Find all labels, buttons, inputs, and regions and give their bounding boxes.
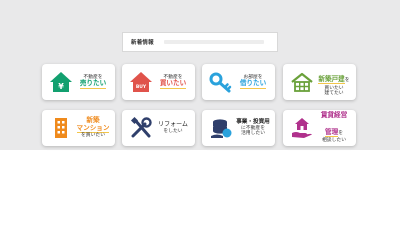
card-rent-room[interactable]: お部屋を 借りたい — [202, 64, 275, 100]
card-line2: を — [344, 78, 350, 84]
card-line4: 建てたい — [324, 91, 344, 97]
card-sell-property[interactable]: ¥ 不動産を 売りたい — [42, 64, 115, 100]
news-placeholder-line — [163, 40, 264, 44]
hand-house-icon — [290, 116, 314, 140]
news-label: 新着情報 — [131, 40, 154, 46]
card-line3: を買いたい — [81, 133, 105, 139]
card-line2: 買いたい — [159, 79, 187, 90]
card-line2: 売りたい — [79, 79, 107, 90]
card-reform[interactable]: リフォーム をしたい — [122, 110, 195, 146]
buy-icon-text: BUY — [136, 84, 147, 90]
house-buy-icon: BUY — [129, 70, 153, 94]
card-line1: リフォーム — [158, 120, 188, 128]
card-line2: をしたい — [163, 128, 183, 134]
news-bar[interactable]: 新着情報 — [122, 32, 278, 52]
card-line2: 借りたい — [239, 79, 267, 90]
card-new-house[interactable]: 新築戸建を 買いたい 建てたい — [283, 64, 356, 100]
card-buy-property[interactable]: BUY 不動産を 買いたい — [122, 64, 195, 100]
card-business-investment[interactable]: 事業・投資用 に不動産を 活用したい — [202, 110, 275, 146]
card-line1: 新築戸建 — [318, 75, 345, 85]
coins-icon — [209, 116, 233, 140]
house-yen-icon: ¥ — [49, 70, 73, 94]
card-line1: 賃貸経営 — [320, 111, 348, 120]
card-line3: を — [338, 130, 343, 136]
card-rental-management[interactable]: 賃貸経営 管理を 相談したい — [283, 110, 356, 146]
house-grid-icon — [290, 70, 314, 94]
card-line4: 相談したい — [322, 138, 346, 144]
card-line3: 活用したい — [241, 131, 265, 137]
building-icon — [49, 116, 73, 140]
card-new-mansion[interactable]: 新築 マンション を買いたい — [42, 110, 115, 146]
svg-text:¥: ¥ — [58, 82, 64, 91]
card-line2: 管理 — [325, 127, 339, 137]
tools-icon — [129, 116, 153, 140]
key-icon — [209, 70, 233, 94]
